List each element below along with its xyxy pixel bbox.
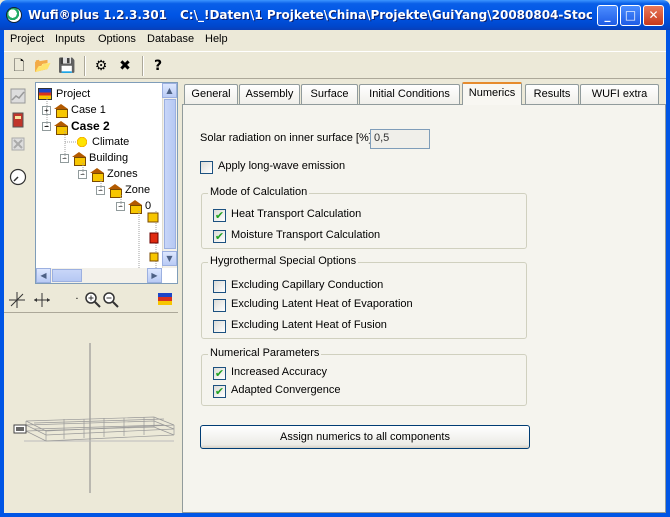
new-file-icon[interactable]: 🗋	[8, 55, 30, 77]
toolbar-separator	[84, 56, 86, 76]
menu-help[interactable]: Help	[205, 33, 228, 45]
building-3d-model	[13, 343, 175, 493]
tab-strip: General Assembly Surface Initial Conditi…	[182, 82, 666, 105]
menu-bar: Project Inputs Options Database Help	[4, 30, 666, 50]
group-title: Numerical Parameters	[208, 347, 322, 359]
latent-heat-fusion-label: Excluding Latent Heat of Fusion	[231, 319, 387, 331]
menu-inputs[interactable]: Inputs	[55, 33, 85, 45]
building-3d-view[interactable]	[4, 312, 178, 513]
increased-accuracy-checkbox[interactable]: ✔	[213, 367, 226, 380]
project-path: C:\_!Daten\1 Projkete\China\Projekte\Gui…	[180, 8, 592, 22]
adapted-convergence-checkbox[interactable]: ✔	[213, 385, 226, 398]
capillary-conduction-checkbox[interactable]	[213, 280, 226, 293]
side-toolbar	[4, 82, 34, 282]
group-title: Hygrothermal Special Options	[208, 255, 359, 267]
toolbar-separator	[142, 56, 144, 76]
project-tree[interactable]: Project + Case 1 − Case 2 Climate − Buildin…	[35, 82, 178, 284]
heat-transport-checkbox[interactable]: ✔	[213, 209, 226, 222]
latent-heat-evaporation-label: Excluding Latent Heat of Evaporation	[231, 298, 413, 310]
group-title: Mode of Calculation	[208, 186, 310, 198]
heat-transport-label: Heat Transport Calculation	[231, 208, 362, 220]
window-frame-right	[666, 30, 670, 517]
title-bar[interactable]: Wufi®plus 1.2.3.301 C:\_!Daten\1 Projket…	[0, 0, 670, 30]
menu-project[interactable]: Project	[10, 33, 44, 45]
moisture-transport-checkbox[interactable]: ✔	[213, 230, 226, 243]
capillary-conduction-label: Excluding Capillary Conduction	[231, 279, 384, 291]
close-button[interactable]: ✕	[643, 5, 664, 26]
solar-radiation-input[interactable]: 0,5	[370, 129, 430, 149]
view-toolbar: ·	[4, 288, 178, 312]
color-legend-icon[interactable]	[156, 291, 174, 309]
solar-radiation-label: Solar radiation on inner surface [%]	[200, 132, 372, 144]
scroll-left-icon[interactable]: ◀	[36, 268, 51, 283]
numerical-parameters-group: Numerical Parameters ✔ Increased Accurac…	[201, 347, 527, 406]
scroll-down-icon[interactable]: ▼	[162, 251, 177, 266]
scroll-thumb[interactable]	[164, 99, 176, 249]
save-icon[interactable]: 💾	[56, 55, 78, 77]
tab-wufi-extra[interactable]: WUFI extra	[580, 84, 659, 104]
increased-accuracy-label: Increased Accuracy	[231, 366, 327, 378]
zoom-out-icon[interactable]	[102, 291, 120, 309]
maximize-button[interactable]: □	[620, 5, 641, 26]
zoom-in-icon[interactable]	[84, 291, 102, 309]
app-title: Wufi®plus 1.2.3.301	[28, 8, 168, 22]
scroll-right-icon[interactable]: ▶	[147, 268, 162, 283]
tab-general[interactable]: General	[184, 84, 238, 104]
latent-heat-fusion-checkbox[interactable]	[213, 320, 226, 333]
scroll-up-icon[interactable]: ▲	[162, 83, 177, 98]
move-icon[interactable]	[32, 291, 50, 309]
tab-numerics[interactable]: Numerics	[462, 82, 522, 105]
menu-database[interactable]: Database	[147, 33, 194, 45]
open-folder-icon[interactable]: 📂	[32, 55, 54, 77]
tab-assembly[interactable]: Assembly	[239, 84, 300, 104]
tree-horizontal-scrollbar[interactable]: ◀ ▶	[36, 268, 162, 283]
toolbar: 🗋 📂 💾 ⚙ ✖ ?	[4, 51, 666, 79]
adapted-convergence-label: Adapted Convergence	[231, 384, 341, 396]
compass-icon[interactable]	[8, 168, 28, 188]
latent-heat-evaporation-checkbox[interactable]	[213, 299, 226, 312]
axes-icon[interactable]	[8, 291, 26, 309]
tree-connector-lines	[46, 97, 159, 268]
numerics-panel: Solar radiation on inner surface [%] 0,5…	[182, 104, 666, 513]
tree-delete-icon[interactable]: ✖	[114, 55, 136, 77]
left-pane: Project + Case 1 − Case 2 Climate − Buildin…	[4, 82, 178, 513]
assign-numerics-button[interactable]: Assign numerics to all components	[200, 425, 530, 449]
tree-add-icon[interactable]: ⚙	[90, 55, 112, 77]
help-icon[interactable]: ?	[147, 55, 169, 77]
menu-options[interactable]: Options	[98, 33, 136, 45]
tab-surface[interactable]: Surface	[301, 84, 358, 104]
hygrothermal-options-group: Hygrothermal Special Options Excluding C…	[201, 255, 527, 339]
tab-results[interactable]: Results	[525, 84, 579, 104]
app-icon[interactable]	[6, 7, 22, 23]
material-icon[interactable]	[8, 112, 28, 132]
scroll-thumb[interactable]	[52, 269, 82, 282]
mode-of-calculation-group: Mode of Calculation ✔ Heat Transport Cal…	[201, 186, 527, 249]
chart-icon[interactable]	[8, 88, 28, 108]
moisture-transport-label: Moisture Transport Calculation	[231, 229, 381, 241]
long-wave-emission-checkbox[interactable]	[200, 161, 213, 174]
tab-initial-conditions[interactable]: Initial Conditions	[359, 84, 460, 104]
minimize-button[interactable]: _	[597, 5, 618, 26]
disabled-tool-icon[interactable]	[8, 136, 28, 156]
long-wave-emission-label: Apply long-wave emission	[218, 160, 346, 172]
tree-vertical-scrollbar[interactable]: ▲ ▼	[162, 83, 177, 268]
